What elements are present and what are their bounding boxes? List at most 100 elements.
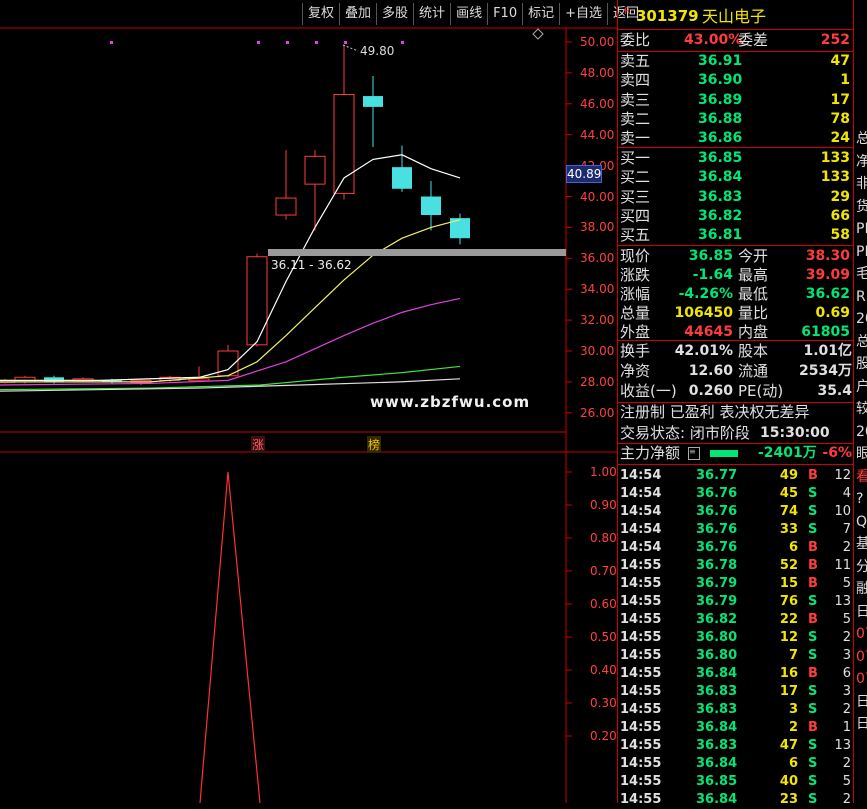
clipped-label: 户 <box>856 378 867 396</box>
side-panel-clipped: 总净非货PIPE毛R20总股户较20眼看?Q基分融日070707日日 <box>853 0 867 803</box>
bids-row[interactable]: 买二 36.84 133 <box>618 167 854 188</box>
candle <box>275 197 297 216</box>
zhang-marker: 涨 <box>251 436 266 453</box>
indicator-tick: 0.40 <box>590 663 617 677</box>
stock-header[interactable]: R 301379 天山电子 <box>618 6 854 27</box>
diamond-icon <box>532 28 544 40</box>
toolbar-item-4[interactable]: 画线 <box>450 3 487 25</box>
bids-row[interactable]: 买四 36.82 66 <box>618 206 854 227</box>
toolbar-item-0[interactable]: 复权 <box>302 3 339 25</box>
stat-row: 涨幅 -4.26% 最低 36.62 <box>620 285 850 303</box>
clipped-label: 分 <box>856 558 867 576</box>
clipped-label: 总 <box>856 130 867 148</box>
clipped-label: R <box>856 288 866 305</box>
tick-row[interactable]: 14:55 36.83 47 S 13 <box>618 737 854 755</box>
support-band <box>268 249 566 256</box>
tick-row[interactable]: 14:55 36.84 6 S 2 <box>618 755 854 773</box>
clipped-label: 07 <box>856 626 867 642</box>
stock-name: 天山电子 <box>702 7 767 26</box>
tick-row[interactable]: 14:55 36.80 7 S 3 <box>618 647 854 665</box>
stat-row: 涨跌 -1.64 最高 39.09 <box>620 266 850 284</box>
price-tick: 48.00 <box>580 65 615 80</box>
tick-row[interactable]: 14:55 36.84 2 B 1 <box>618 719 854 737</box>
bids-row[interactable]: 买一 36.85 133 <box>618 148 854 169</box>
clipped-label: 货 <box>856 198 867 216</box>
weibi-row: 委比 43.00% 委差 252 <box>620 31 850 49</box>
high-label: 49.80 <box>360 44 395 58</box>
tick-row[interactable]: 14:55 36.79 15 B 5 <box>618 575 854 593</box>
clipped-label: 20 <box>856 423 867 440</box>
indicator-line <box>199 471 261 803</box>
tick-row[interactable]: 14:55 36.82 22 B 5 <box>618 611 854 629</box>
watermark: www.zbzfwu.com <box>370 393 531 411</box>
bids-row[interactable]: 买五 36.81 58 <box>618 225 854 246</box>
tick-row[interactable]: 14:55 36.78 52 B 11 <box>618 557 854 575</box>
asks-row[interactable]: 卖三 36.89 17 <box>618 90 854 111</box>
quote-panel: R 301379 天山电子 委比 43.00% 委差 252 卖五 36.91 … <box>617 0 854 807</box>
candle <box>246 256 268 346</box>
asks-row[interactable]: 卖二 36.88 78 <box>618 109 854 130</box>
current-price-label: 40.89 <box>566 165 602 183</box>
clipped-label: ? <box>856 491 864 507</box>
toolbar-item-2[interactable]: 多股 <box>376 3 413 25</box>
clipped-label: 日 <box>856 603 867 621</box>
price-tick: 46.00 <box>580 96 615 111</box>
kline-chart-area[interactable]: 复权 叠加 多股 统计 画线 F10 标记 +自选 返回 50.00 48.00 46.00 44.0… <box>0 0 639 803</box>
tick-row[interactable]: 14:55 36.84 16 B 6 <box>618 665 854 683</box>
clipped-label: Q <box>856 513 867 530</box>
price-tick: 26.00 <box>580 405 615 420</box>
toolbar-item-7[interactable]: +自选 <box>559 3 607 25</box>
clipped-label: 较 <box>856 400 867 418</box>
indicator-tick: 0.70 <box>590 564 617 578</box>
list-icon[interactable]: ≡ <box>688 447 700 460</box>
tick-row[interactable]: 14:55 36.80 12 S 2 <box>618 629 854 647</box>
tick-row[interactable]: 14:54 36.76 33 S 7 <box>618 521 854 539</box>
stat-row: 总量 106450 量比 0.69 <box>620 304 850 322</box>
clipped-label: 眼 <box>856 445 867 463</box>
asks-row[interactable]: 卖五 36.91 47 <box>618 51 854 72</box>
candle <box>14 376 36 383</box>
stat2-row: 收益(一) 0.260 PE(动) 35.4 <box>620 382 852 400</box>
toolbar-item-3[interactable]: 统计 <box>413 3 450 25</box>
tag-line: 注册制 已盈利 表决权无差异 <box>620 403 810 421</box>
indicator-tick: 1.00 <box>590 465 617 479</box>
clipped-label: 07 <box>856 671 867 687</box>
ma5-line <box>0 154 461 381</box>
candle <box>44 377 64 382</box>
stat2-row: 换手 42.01% 股本 1.01亿 <box>620 342 852 360</box>
toolbar-item-1[interactable]: 叠加 <box>339 3 376 25</box>
price-tick: 32.00 <box>580 313 615 328</box>
range-label: 36.11 - 36.62 <box>271 258 352 272</box>
tick-row[interactable]: 14:54 36.76 74 S 10 <box>618 503 854 521</box>
tick-row[interactable]: 14:54 36.77 49 B 12 <box>618 467 854 485</box>
indicator-tick: 0.80 <box>590 531 617 545</box>
candle <box>392 167 412 189</box>
indicator-tick: 0.60 <box>590 597 617 611</box>
toolbar-item-6[interactable]: 标记 <box>522 3 559 25</box>
toolbar-item-5[interactable]: F10 <box>487 3 522 25</box>
tick-row[interactable]: 14:55 36.84 23 S 2 <box>618 791 854 809</box>
clipped-label: 毛 <box>856 265 867 283</box>
candle <box>421 196 441 216</box>
candle <box>363 96 383 107</box>
tick-row[interactable]: 14:55 36.83 17 S 3 <box>618 683 854 701</box>
stat-row: 现价 36.85 今开 38.30 <box>620 247 850 265</box>
price-tick: 30.00 <box>580 344 615 358</box>
main-net-row: 主力净额 ≡ -2401万 -6% <box>620 444 852 462</box>
indicator-tick: 0.30 <box>590 696 617 710</box>
price-tick: 44.00 <box>580 127 615 142</box>
clipped-label: PE <box>856 243 867 260</box>
candle <box>304 155 326 185</box>
tick-row[interactable]: 14:55 36.85 40 S 5 <box>618 773 854 791</box>
tick-row[interactable]: 14:54 36.76 6 B 2 <box>618 539 854 557</box>
price-tick: 28.00 <box>580 374 615 389</box>
tick-row[interactable]: 14:54 36.76 45 S 4 <box>618 485 854 503</box>
asks-row[interactable]: 卖四 36.90 1 <box>618 70 854 91</box>
price-tick: 40.00 <box>580 189 615 204</box>
tick-row[interactable]: 14:55 36.83 3 S 2 <box>618 701 854 719</box>
clipped-label: 总 <box>856 333 867 351</box>
price-tick: 36.00 <box>580 251 615 266</box>
tick-row[interactable]: 14:55 36.79 76 S 13 <box>618 593 854 611</box>
clipped-label: 日 <box>856 715 867 733</box>
bids-row[interactable]: 买三 36.83 29 <box>618 187 854 208</box>
